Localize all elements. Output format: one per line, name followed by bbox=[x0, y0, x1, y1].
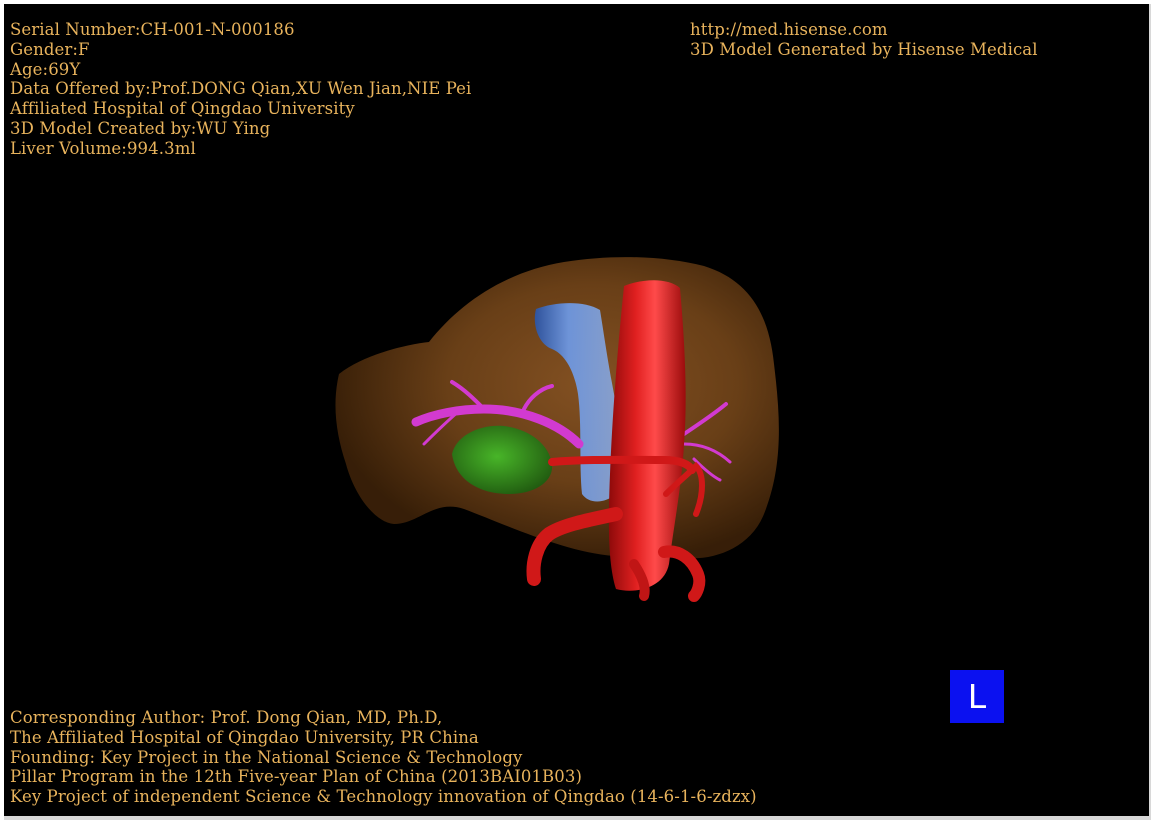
patient-info: Serial Number:CH-001-N-000186 Gender:F A… bbox=[10, 20, 471, 159]
serial-number-text: Serial Number:CH-001-N-000186 bbox=[10, 20, 295, 39]
liver-shape bbox=[335, 257, 779, 559]
data-offered-text: Data Offered by:Prof.DONG Qian,XU Wen Ji… bbox=[10, 79, 472, 99]
credits-line: Pillar Program in the 12th Five-year Pla… bbox=[10, 767, 583, 787]
viewer-frame: Serial Number:CH-001-N-000186 Gender:F A… bbox=[4, 4, 1151, 820]
model-creator-text: 3D Model Created by:WU Ying bbox=[10, 118, 271, 138]
credits-line: Founding: Key Project in the National Sc… bbox=[10, 747, 523, 767]
gender-text: Gender:F bbox=[10, 39, 90, 59]
liver-volume-text: Liver Volume:994.3ml bbox=[10, 138, 196, 158]
website-link[interactable]: http://med.hisense.com bbox=[690, 20, 1038, 40]
age-text: Age:69Y bbox=[10, 59, 81, 79]
credits-line: Key Project of independent Science & Tec… bbox=[10, 787, 757, 807]
hospital-text: Affiliated Hospital of Qingdao Universit… bbox=[10, 99, 355, 119]
credits-line: Corresponding Author: Prof. Dong Qian, M… bbox=[10, 708, 443, 727]
generator-text: 3D Model Generated by Hisense Medical bbox=[690, 39, 1038, 59]
generator-info: http://med.hisense.com 3D Model Generate… bbox=[690, 20, 1038, 60]
orientation-marker[interactable]: L bbox=[950, 670, 1004, 723]
credits-line: The Affiliated Hospital of Qingdao Unive… bbox=[10, 727, 479, 747]
credits-info: Corresponding Author: Prof. Dong Qian, M… bbox=[10, 708, 757, 807]
